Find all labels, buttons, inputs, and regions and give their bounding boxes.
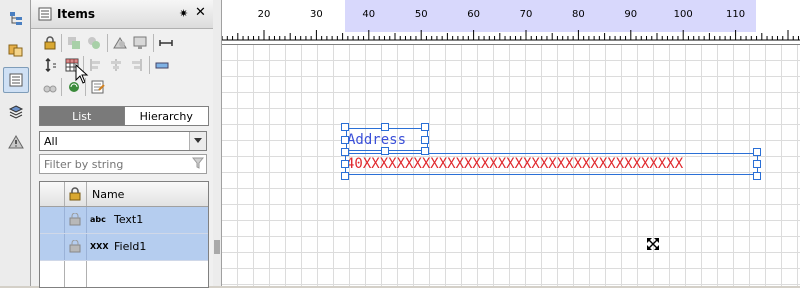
resize-handle[interactable]	[421, 123, 429, 131]
splitter-grip-icon[interactable]	[214, 240, 220, 254]
pin-icon[interactable]: ✷	[179, 7, 195, 23]
vertical-spacing-icon[interactable]	[41, 56, 59, 74]
list-item[interactable]: XXX Field1	[40, 234, 208, 261]
grid-header: Name	[40, 182, 208, 207]
items-grid: Name abc Text1 XXX Field1	[39, 181, 209, 288]
left-toolbar	[0, 0, 31, 286]
send-backward-icon[interactable]	[85, 34, 103, 52]
align-right-icon[interactable]	[127, 56, 145, 74]
ruler-scale: 20 30 40 50 60 70 80 90 100 110	[222, 0, 800, 41]
lock-header-icon	[69, 187, 81, 201]
layers-icon[interactable]	[3, 99, 29, 125]
resize-handle[interactable]	[341, 136, 349, 144]
panel-title: Items	[57, 7, 95, 21]
properties-icon[interactable]	[89, 78, 107, 96]
text-type-icon: abc	[90, 215, 106, 224]
ruler-label: 100	[674, 9, 693, 20]
grid-header-name: Name	[92, 188, 125, 201]
design-canvas[interactable]: Address 40XXXXXXXXXXXXXXXXXXXXXXXXXXXXXX…	[222, 45, 800, 286]
address-text[interactable]: Address	[347, 132, 406, 148]
align-center-icon[interactable]	[107, 56, 125, 74]
resize-handle[interactable]	[341, 148, 349, 156]
panel-header: Items ✷ ✕	[31, 0, 213, 29]
items-list-icon[interactable]	[3, 67, 29, 93]
align-left-icon[interactable]	[87, 56, 105, 74]
items-panel-icon	[38, 7, 52, 21]
tab-hierarchy[interactable]: Hierarchy	[123, 107, 209, 125]
resize-handle[interactable]	[753, 148, 761, 156]
binoculars-icon[interactable]	[41, 78, 59, 96]
resize-handle[interactable]	[341, 160, 349, 168]
ruler-label: 40	[362, 9, 375, 20]
resize-handle[interactable]	[753, 172, 761, 180]
resize-handle[interactable]	[753, 160, 761, 168]
ruler-label: 70	[520, 9, 533, 20]
ruler-label: 90	[624, 9, 637, 20]
resize-handle[interactable]	[381, 123, 389, 131]
bring-forward-icon[interactable]	[65, 34, 83, 52]
chevron-down-icon[interactable]	[189, 132, 206, 150]
resize-handle[interactable]	[381, 147, 389, 155]
item-name: Field1	[114, 240, 147, 253]
ruler-label: 110	[726, 9, 745, 20]
tree-view-icon[interactable]	[3, 5, 29, 31]
horizontal-ruler: 20 30 40 50 60 70 80 90 100 110	[222, 0, 800, 45]
shapes-icon[interactable]	[111, 34, 129, 52]
dropdown-value: All	[44, 135, 58, 148]
ruler-label: 30	[310, 9, 323, 20]
lock-open-icon[interactable]	[69, 240, 81, 253]
ruler-label: 80	[572, 9, 585, 20]
filter-field	[39, 154, 207, 174]
size-icon[interactable]	[153, 56, 171, 74]
list-item[interactable]: abc Text1	[40, 207, 208, 234]
group-icon[interactable]	[131, 34, 149, 52]
tab-list[interactable]: List	[40, 107, 124, 125]
field-type-icon: XXX	[90, 242, 109, 251]
resize-handle[interactable]	[341, 172, 349, 180]
close-icon[interactable]: ✕	[195, 5, 211, 21]
warning-icon[interactable]	[3, 129, 29, 155]
ruler-label: 20	[258, 9, 271, 20]
resize-handle[interactable]	[341, 123, 349, 131]
ruler-label: 60	[467, 9, 480, 20]
move-cursor-icon	[647, 238, 659, 250]
ruler-selection-highlight	[345, 0, 756, 32]
view-mode-tabs: List Hierarchy	[39, 106, 209, 126]
items-panel: Items ✷ ✕ List Hierarchy All Filter by s…	[31, 0, 214, 288]
funnel-icon[interactable]	[192, 157, 204, 169]
layout-icon[interactable]	[3, 37, 29, 63]
filter-input[interactable]	[42, 156, 186, 172]
resize-handle[interactable]	[421, 147, 429, 155]
item-name: Text1	[114, 213, 144, 226]
ruler-label: 50	[415, 9, 428, 20]
field-value-text[interactable]: 40XXXXXXXXXXXXXXXXXXXXXXXXXXXXXXXXXXXXXX	[346, 156, 756, 172]
resize-handle[interactable]	[421, 136, 429, 144]
lock-icon[interactable]	[41, 34, 59, 52]
refresh-icon[interactable]	[65, 78, 83, 96]
panel-splitter[interactable]	[213, 0, 222, 286]
filter-type-dropdown[interactable]: All	[39, 131, 207, 151]
horizontal-spacing-icon[interactable]	[157, 34, 175, 52]
lock-open-icon[interactable]	[69, 213, 81, 226]
